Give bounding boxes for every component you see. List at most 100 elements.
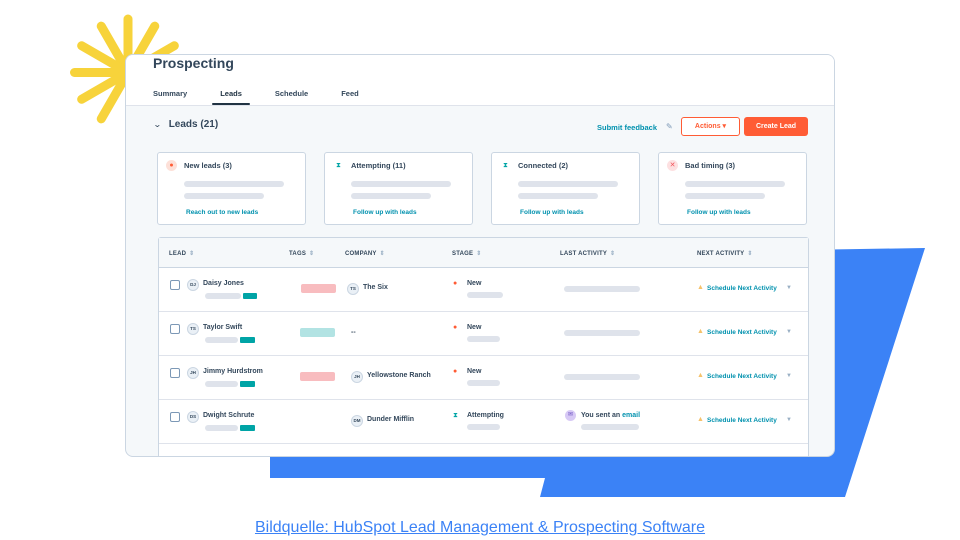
page-title: Prospecting [153, 55, 234, 71]
placeholder-bar [467, 292, 503, 298]
category-title: Bad timing (3) [685, 161, 735, 170]
tab-leads[interactable]: Leads [212, 89, 250, 105]
lead-name[interactable]: Jimmy Hurdstrom [203, 368, 263, 375]
leads-section-title: Leads (21) [168, 119, 219, 130]
caret-down-icon[interactable]: ▼ [786, 417, 792, 423]
placeholder-bar [581, 424, 639, 430]
stage-label: Attempting [467, 412, 504, 419]
category-link[interactable]: Reach out to new leads [186, 209, 258, 216]
placeholder-bar [685, 193, 765, 199]
placeholder-bar [351, 193, 431, 199]
warning-icon: ▲ [697, 372, 704, 379]
schedule-next-activity-link[interactable]: Schedule Next Activity [707, 329, 777, 336]
person-icon: ● [453, 368, 458, 375]
company-avatar: DM [351, 415, 363, 427]
category-link[interactable]: Follow up with leads [353, 209, 417, 216]
company-name: -- [351, 329, 356, 336]
category-link[interactable]: Follow up with leads [520, 209, 584, 216]
category-card-bad-timing[interactable]: ✕ Bad timing (3) Follow up with leads [658, 152, 807, 225]
row-checkbox[interactable] [170, 368, 180, 378]
hourglass-icon: ⧗ [336, 162, 341, 169]
row-checkbox[interactable] [170, 280, 180, 290]
avatar: DS [187, 411, 199, 423]
column-header-stage[interactable]: STAGE ⇕ [452, 250, 481, 257]
card-header: Prospecting Summary Leads Schedule Feed [126, 55, 834, 106]
placeholder-bar [467, 336, 500, 342]
table-row[interactable]: DJ Daisy Jones TS The Six ● New ▲ Schedu… [159, 268, 808, 312]
leads-table: LEAD ⇕ TAGS ⇕ COMPANY ⇕ STAGE ⇕ LAST ACTIVIT… [158, 237, 809, 457]
tag-chip[interactable] [301, 284, 336, 293]
stage-label: New [467, 324, 482, 331]
column-header-tags[interactable]: TAGS ⇕ [289, 250, 314, 257]
lead-name[interactable]: Daisy Jones [203, 280, 244, 287]
submit-feedback-link[interactable]: Submit feedback [597, 123, 657, 132]
placeholder-bar [564, 330, 640, 336]
lead-name[interactable]: Taylor Swift [203, 324, 242, 331]
caret-down-icon[interactable]: ▼ [786, 329, 792, 335]
row-checkbox[interactable] [170, 412, 180, 422]
column-header-next-activity[interactable]: NEXT ACTIVITY ⇕ [697, 250, 753, 257]
column-header-lead[interactable]: LEAD ⇕ [169, 250, 194, 257]
company-name[interactable]: The Six [363, 284, 388, 291]
placeholder-bar [685, 181, 785, 187]
caret-down-icon[interactable]: ▼ [786, 285, 792, 291]
image-source-caption[interactable]: Bildquelle: HubSpot Lead Management & Pr… [0, 519, 960, 537]
warning-icon: ▲ [697, 328, 704, 335]
status-chip [240, 381, 255, 387]
category-title: Attempting (11) [351, 161, 406, 170]
slide: Prospecting Summary Leads Schedule Feed … [0, 0, 960, 540]
column-header-last-activity[interactable]: LAST ACTIVITY ⇕ [560, 250, 615, 257]
leads-section-header[interactable]: ⌄ Leads (21) [153, 119, 219, 130]
tag-chip[interactable] [300, 328, 335, 337]
status-chip [243, 293, 257, 299]
sort-icon: ⇕ [747, 251, 753, 257]
table-row[interactable]: DS Dwight Schrute DM Dunder Mifflin ⧗ At… [159, 400, 808, 444]
column-header-company[interactable]: COMPANY ⇕ [345, 250, 385, 257]
company-avatar: TS [347, 283, 359, 295]
x-icon: ✕ [667, 160, 678, 171]
sort-icon: ⇕ [309, 251, 315, 257]
placeholder-bar [205, 381, 238, 387]
company-avatar: JH [351, 371, 363, 383]
person-icon: ● [453, 324, 458, 331]
schedule-next-activity-link[interactable]: Schedule Next Activity [707, 417, 777, 424]
lead-name[interactable]: Dwight Schrute [203, 412, 254, 419]
company-name[interactable]: Yellowstone Ranch [367, 372, 431, 379]
tag-chip[interactable] [300, 372, 335, 381]
warning-icon: ▲ [697, 284, 704, 291]
placeholder-bar [205, 425, 238, 431]
caret-down-icon[interactable]: ▼ [786, 373, 792, 379]
schedule-next-activity-link[interactable]: Schedule Next Activity [707, 285, 777, 292]
table-row-partial[interactable] [159, 444, 808, 457]
table-row[interactable]: TS Taylor Swift -- ● New ▲ Schedule Next… [159, 312, 808, 356]
row-checkbox[interactable] [170, 456, 180, 457]
chevron-down-icon[interactable]: ⌄ [153, 120, 162, 129]
schedule-next-activity-link[interactable]: Schedule Next Activity [707, 373, 777, 380]
table-header: LEAD ⇕ TAGS ⇕ COMPANY ⇕ STAGE ⇕ LAST ACTIVIT… [159, 238, 808, 268]
last-activity-text: You sent an email [581, 412, 641, 419]
category-title: Connected (2) [518, 161, 569, 170]
stage-label: New [467, 368, 482, 375]
pencil-icon: ✎ [666, 122, 673, 131]
category-title: New leads (3) [184, 161, 232, 170]
avatar: JH [187, 367, 199, 379]
placeholder-bar [184, 181, 284, 187]
row-checkbox[interactable] [170, 324, 180, 334]
tab-schedule[interactable]: Schedule [275, 89, 308, 102]
tab-feed[interactable]: Feed [341, 89, 359, 102]
actions-button[interactable]: Actions ▾ [681, 117, 740, 136]
category-card-attempting[interactable]: ⧗ Attempting (11) Follow up with leads [324, 152, 473, 225]
category-card-connected[interactable]: ⧗ Connected (2) Follow up with leads [491, 152, 640, 225]
placeholder-bar [351, 181, 451, 187]
stage-label: New [467, 280, 482, 287]
category-card-new-leads[interactable]: ● New leads (3) Reach out to new leads [157, 152, 306, 225]
tab-summary[interactable]: Summary [153, 89, 187, 102]
placeholder-bar [467, 380, 500, 386]
company-name[interactable]: Dunder Mifflin [367, 416, 414, 423]
create-lead-button[interactable]: Create Lead [744, 117, 808, 136]
email-link[interactable]: email [622, 412, 640, 419]
placeholder-bar [564, 286, 640, 292]
table-row[interactable]: JH Jimmy Hurdstrom JH Yellowstone Ranch … [159, 356, 808, 400]
person-icon: ● [453, 280, 458, 287]
category-link[interactable]: Follow up with leads [687, 209, 751, 216]
